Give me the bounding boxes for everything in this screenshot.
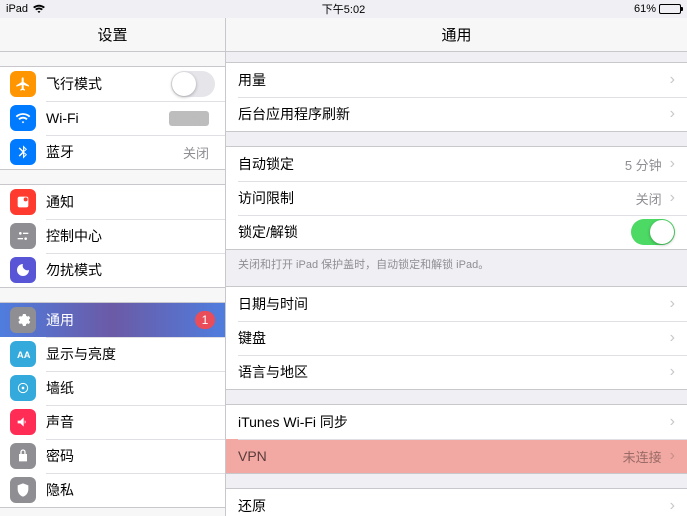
row-label: 语言与地区: [238, 362, 670, 382]
sidebar-title: 设置: [0, 18, 225, 52]
row-label: 声音: [46, 412, 215, 432]
row-label: 飞行模式: [46, 74, 171, 94]
wifi-icon: [10, 105, 36, 131]
row-restrictions[interactable]: 访问限制 关闭 ›: [226, 181, 687, 215]
sidebar-item-bluetooth[interactable]: 蓝牙 关闭: [0, 135, 225, 169]
lock-icon: [10, 443, 36, 469]
sidebar-item-privacy[interactable]: 隐私: [0, 473, 225, 507]
row-label: 访问限制: [238, 188, 636, 208]
row-label: 显示与亮度: [46, 344, 215, 364]
battery-pct: 61%: [634, 3, 656, 15]
chevron-right-icon: ›: [670, 497, 675, 515]
gear-icon: [10, 307, 36, 333]
row-label: 蓝牙: [46, 142, 183, 162]
wifi-detail: h vpn: [169, 111, 209, 126]
display-icon: AA: [10, 341, 36, 367]
sidebar-item-notifications[interactable]: 通知: [0, 185, 225, 219]
sidebar-item-display[interactable]: AA 显示与亮度: [0, 337, 225, 371]
device-label: iPad: [6, 3, 28, 15]
truncated-row: [226, 52, 687, 56]
privacy-icon: [10, 477, 36, 503]
row-label: 自动锁定: [238, 154, 625, 174]
row-usage[interactable]: 用量 ›: [226, 63, 687, 97]
notifications-icon: [10, 189, 36, 215]
sidebar-item-passcode[interactable]: 密码: [0, 439, 225, 473]
sidebar-item-airplane[interactable]: 飞行模式: [0, 67, 225, 101]
row-label: 用量: [238, 70, 670, 90]
airplane-toggle[interactable]: [171, 71, 215, 97]
sidebar-item-wifi[interactable]: Wi-Fi h vpn: [0, 101, 225, 135]
bluetooth-detail: 关闭: [183, 143, 209, 162]
battery-icon: [659, 4, 681, 14]
main-pane: 通用 用量 › 后台应用程序刷新 › 自动锁定 5 分钟 ›: [226, 18, 687, 516]
bluetooth-icon: [10, 139, 36, 165]
chevron-right-icon: ›: [670, 155, 675, 173]
row-label: Wi-Fi: [46, 110, 169, 126]
chevron-right-icon: ›: [670, 329, 675, 347]
row-label: 勿扰模式: [46, 260, 215, 280]
row-vpn[interactable]: VPN 未连接 ›: [226, 439, 687, 473]
row-label: VPN: [238, 448, 623, 464]
row-label: iTunes Wi-Fi 同步: [238, 412, 670, 432]
row-label: 密码: [46, 446, 215, 466]
control-center-icon: [10, 223, 36, 249]
chevron-right-icon: ›: [670, 105, 675, 123]
row-label: 锁定/解锁: [238, 222, 631, 242]
vpn-value: 未连接: [623, 447, 662, 466]
row-label: 隐私: [46, 480, 215, 500]
wifi-icon: [32, 4, 46, 14]
row-datetime[interactable]: 日期与时间 ›: [226, 287, 687, 321]
sidebar-item-sound[interactable]: 声音: [0, 405, 225, 439]
row-itunes-sync[interactable]: iTunes Wi-Fi 同步 ›: [226, 405, 687, 439]
sidebar-item-general[interactable]: 通用 1: [0, 303, 225, 337]
main-title: 通用: [226, 18, 687, 52]
sidebar-item-wallpaper[interactable]: 墙纸: [0, 371, 225, 405]
wallpaper-icon: [10, 375, 36, 401]
chevron-right-icon: ›: [670, 71, 675, 89]
clock: 下午5:02: [322, 1, 365, 17]
row-keyboard[interactable]: 键盘 ›: [226, 321, 687, 355]
airplane-icon: [10, 71, 36, 97]
chevron-right-icon: ›: [670, 413, 675, 431]
chevron-right-icon: ›: [670, 189, 675, 207]
row-label: 控制中心: [46, 226, 215, 246]
row-label: 键盘: [238, 328, 670, 348]
row-label: 还原: [238, 496, 670, 516]
general-badge: 1: [195, 311, 215, 329]
lock-unlock-footer: 关闭和打开 iPad 保护盖时，自动锁定和解锁 iPad。: [226, 250, 687, 272]
sidebar: 设置 飞行模式 Wi-Fi h vpn 蓝牙 关闭: [0, 18, 226, 516]
moon-icon: [10, 257, 36, 283]
restrictions-value: 关闭: [636, 189, 662, 208]
sidebar-item-control-center[interactable]: 控制中心: [0, 219, 225, 253]
status-bar: iPad 下午5:02 61%: [0, 0, 687, 18]
row-label: 通用: [46, 310, 195, 330]
row-language[interactable]: 语言与地区 ›: [226, 355, 687, 389]
sound-icon: [10, 409, 36, 435]
lock-unlock-toggle[interactable]: [631, 219, 675, 245]
svg-text:AA: AA: [17, 350, 31, 360]
chevron-right-icon: ›: [670, 295, 675, 313]
row-bg-refresh[interactable]: 后台应用程序刷新 ›: [226, 97, 687, 131]
row-label: 日期与时间: [238, 294, 670, 314]
row-lock-unlock[interactable]: 锁定/解锁: [226, 215, 687, 249]
row-reset[interactable]: 还原 ›: [226, 489, 687, 516]
chevron-right-icon: ›: [670, 447, 675, 465]
row-label: 墙纸: [46, 378, 215, 398]
row-autolock[interactable]: 自动锁定 5 分钟 ›: [226, 147, 687, 181]
row-label: 后台应用程序刷新: [238, 104, 670, 124]
sidebar-item-dnd[interactable]: 勿扰模式: [0, 253, 225, 287]
chevron-right-icon: ›: [670, 363, 675, 381]
autolock-value: 5 分钟: [625, 155, 662, 174]
row-label: 通知: [46, 192, 215, 212]
